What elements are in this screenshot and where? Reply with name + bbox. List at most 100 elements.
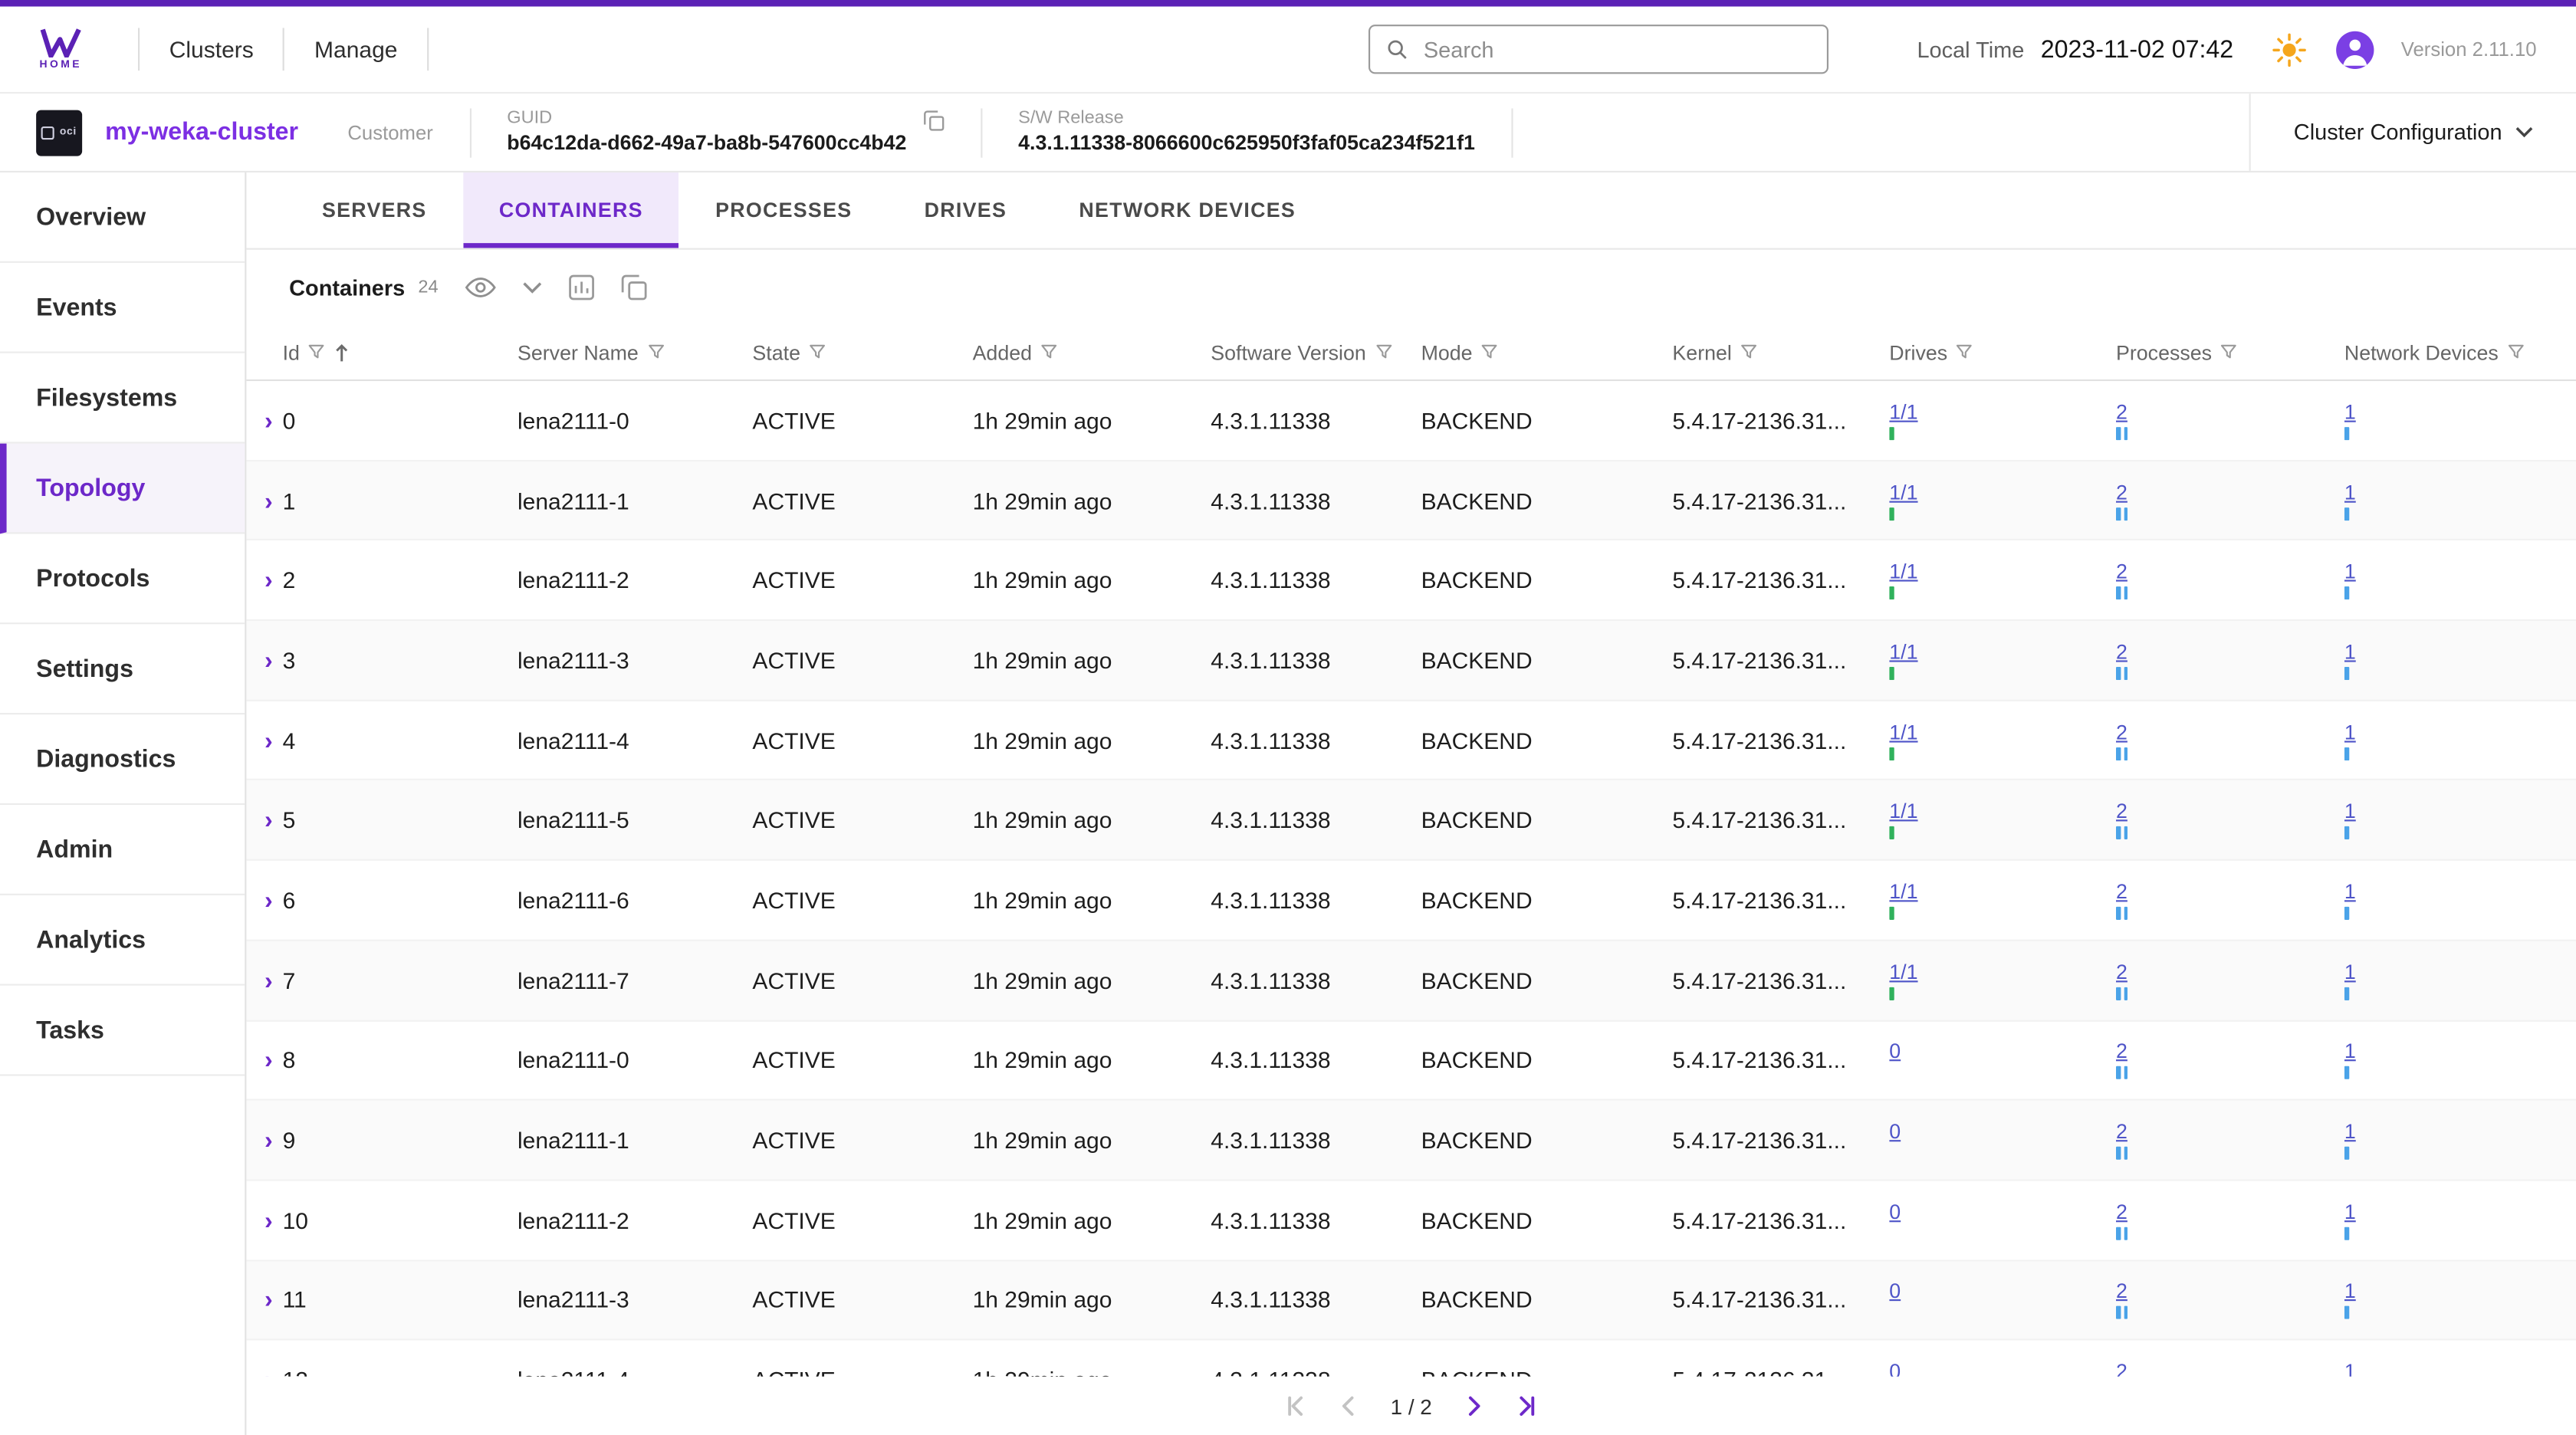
chart-view-icon[interactable] <box>568 274 594 300</box>
expand-row-icon[interactable]: › <box>246 407 272 433</box>
processes-link[interactable]: 2 <box>2116 800 2128 823</box>
network-devices-link[interactable]: 1 <box>2344 1120 2356 1143</box>
nav-manage[interactable]: Manage <box>311 36 401 62</box>
theme-sun-icon[interactable] <box>2273 32 2308 67</box>
processes-link[interactable]: 2 <box>2116 641 2128 664</box>
table-row[interactable]: › 1 lena2111-1 ACTIVE 1h 29min ago 4.3.1… <box>246 461 2576 540</box>
column-header-software-version[interactable]: Software Version <box>1211 341 1421 364</box>
processes-link[interactable]: 2 <box>2116 1200 2128 1223</box>
sidebar-item-tasks[interactable]: Tasks <box>0 986 245 1076</box>
network-devices-link[interactable]: 1 <box>2344 1040 2356 1063</box>
user-avatar[interactable] <box>2337 31 2374 68</box>
network-devices-link[interactable]: 1 <box>2344 1280 2356 1303</box>
processes-link[interactable]: 2 <box>2116 560 2128 583</box>
drives-link[interactable]: 1/1 <box>1889 401 1917 424</box>
expand-row-icon[interactable]: › <box>246 647 272 673</box>
column-header-mode[interactable]: Mode <box>1421 341 1673 364</box>
processes-link[interactable]: 2 <box>2116 960 2128 983</box>
tab-drives[interactable]: DRIVES <box>889 172 1043 248</box>
sidebar-item-analytics[interactable]: Analytics <box>0 895 245 986</box>
filter-icon[interactable] <box>1740 343 1759 362</box>
expand-row-icon[interactable]: › <box>246 807 272 833</box>
network-devices-link[interactable]: 1 <box>2344 641 2356 664</box>
processes-link[interactable]: 2 <box>2116 881 2128 904</box>
column-header-server-name[interactable]: Server Name <box>518 341 752 364</box>
sidebar-item-settings[interactable]: Settings <box>0 624 245 714</box>
filter-icon[interactable] <box>1480 343 1499 362</box>
table-row[interactable]: › 0 lena2111-0 ACTIVE 1h 29min ago 4.3.1… <box>246 381 2576 461</box>
column-header-network-devices[interactable]: Network Devices <box>2344 341 2576 364</box>
network-devices-link[interactable]: 1 <box>2344 800 2356 823</box>
drives-link[interactable]: 0 <box>1889 1200 1901 1223</box>
filter-icon[interactable] <box>1040 343 1059 362</box>
column-header-state[interactable]: State <box>752 341 972 364</box>
table-row[interactable]: › 8 lena2111-0 ACTIVE 1h 29min ago 4.3.1… <box>246 1021 2576 1101</box>
drives-link[interactable]: 1/1 <box>1889 641 1917 664</box>
first-page-button[interactable] <box>1283 1394 1308 1417</box>
column-header-processes[interactable]: Processes <box>2116 341 2344 364</box>
collapse-chevron-icon[interactable] <box>522 281 542 294</box>
previous-page-button[interactable] <box>1338 1394 1361 1417</box>
column-header-added[interactable]: Added <box>973 341 1211 364</box>
network-devices-link[interactable]: 1 <box>2344 1200 2356 1223</box>
drives-link[interactable]: 0 <box>1889 1040 1901 1063</box>
drives-link[interactable]: 1/1 <box>1889 721 1917 744</box>
column-header-kernel[interactable]: Kernel <box>1672 341 1889 364</box>
tab-network-devices[interactable]: NETWORK DEVICES <box>1043 172 1332 248</box>
network-devices-link[interactable]: 1 <box>2344 960 2356 983</box>
column-visibility-eye-icon[interactable] <box>465 276 496 299</box>
drives-link[interactable]: 1/1 <box>1889 800 1917 823</box>
drives-link[interactable]: 0 <box>1889 1120 1901 1143</box>
table-row[interactable]: › 2 lena2111-2 ACTIVE 1h 29min ago 4.3.1… <box>246 541 2576 621</box>
drives-link[interactable]: 1/1 <box>1889 560 1917 583</box>
table-row[interactable]: › 3 lena2111-3 ACTIVE 1h 29min ago 4.3.1… <box>246 621 2576 701</box>
table-row[interactable]: › 7 lena2111-7 ACTIVE 1h 29min ago 4.3.1… <box>246 941 2576 1020</box>
sidebar-item-events[interactable]: Events <box>0 263 245 353</box>
copy-guid-icon[interactable] <box>923 110 945 131</box>
expand-row-icon[interactable]: › <box>246 1287 272 1313</box>
network-devices-link[interactable]: 1 <box>2344 721 2356 744</box>
weka-home-logo[interactable]: HOME <box>39 28 82 71</box>
tab-processes[interactable]: PROCESSES <box>679 172 889 248</box>
expand-row-icon[interactable]: › <box>246 1207 272 1233</box>
sidebar-item-admin[interactable]: Admin <box>0 805 245 895</box>
sidebar-item-diagnostics[interactable]: Diagnostics <box>0 714 245 805</box>
sidebar-item-filesystems[interactable]: Filesystems <box>0 353 245 444</box>
last-page-button[interactable] <box>1514 1394 1539 1417</box>
processes-link[interactable]: 2 <box>2116 1040 2128 1063</box>
filter-icon[interactable] <box>647 343 665 362</box>
network-devices-link[interactable]: 1 <box>2344 881 2356 904</box>
filter-icon[interactable] <box>1956 343 1974 362</box>
processes-link[interactable]: 2 <box>2116 1120 2128 1143</box>
column-header-drives[interactable]: Drives <box>1889 341 2116 364</box>
expand-row-icon[interactable]: › <box>246 1127 272 1153</box>
tab-servers[interactable]: SERVERS <box>286 172 463 248</box>
expand-row-icon[interactable]: › <box>246 887 272 913</box>
table-row[interactable]: › 11 lena2111-3 ACTIVE 1h 29min ago 4.3.… <box>246 1261 2576 1341</box>
network-devices-link[interactable]: 1 <box>2344 481 2356 504</box>
search-input[interactable] <box>1421 35 1811 63</box>
filter-icon[interactable] <box>308 343 327 362</box>
expand-row-icon[interactable]: › <box>246 1047 272 1073</box>
expand-row-icon[interactable]: › <box>246 487 272 513</box>
sidebar-item-topology[interactable]: Topology <box>0 444 245 534</box>
processes-link[interactable]: 2 <box>2116 481 2128 504</box>
table-row[interactable]: › 5 lena2111-5 ACTIVE 1h 29min ago 4.3.1… <box>246 781 2576 861</box>
table-row[interactable]: › 4 lena2111-4 ACTIVE 1h 29min ago 4.3.1… <box>246 701 2576 780</box>
expand-row-icon[interactable]: › <box>246 967 272 993</box>
expand-row-icon[interactable]: › <box>246 567 272 593</box>
column-header-id[interactable]: Id <box>283 341 518 364</box>
sidebar-item-overview[interactable]: Overview <box>0 172 245 263</box>
table-row[interactable]: › 6 lena2111-6 ACTIVE 1h 29min ago 4.3.1… <box>246 861 2576 941</box>
sort-asc-icon[interactable] <box>334 343 350 363</box>
nav-clusters[interactable]: Clusters <box>166 36 257 62</box>
drives-link[interactable]: 0 <box>1889 1280 1901 1303</box>
filter-icon[interactable] <box>809 343 827 362</box>
copy-table-icon[interactable] <box>620 274 646 300</box>
sidebar-item-protocols[interactable]: Protocols <box>0 534 245 624</box>
table-row[interactable]: › 10 lena2111-2 ACTIVE 1h 29min ago 4.3.… <box>246 1181 2576 1260</box>
filter-icon[interactable] <box>2220 343 2239 362</box>
tab-containers[interactable]: CONTAINERS <box>463 172 679 248</box>
filter-icon[interactable] <box>1375 343 1393 362</box>
search-box[interactable] <box>1368 25 1829 74</box>
